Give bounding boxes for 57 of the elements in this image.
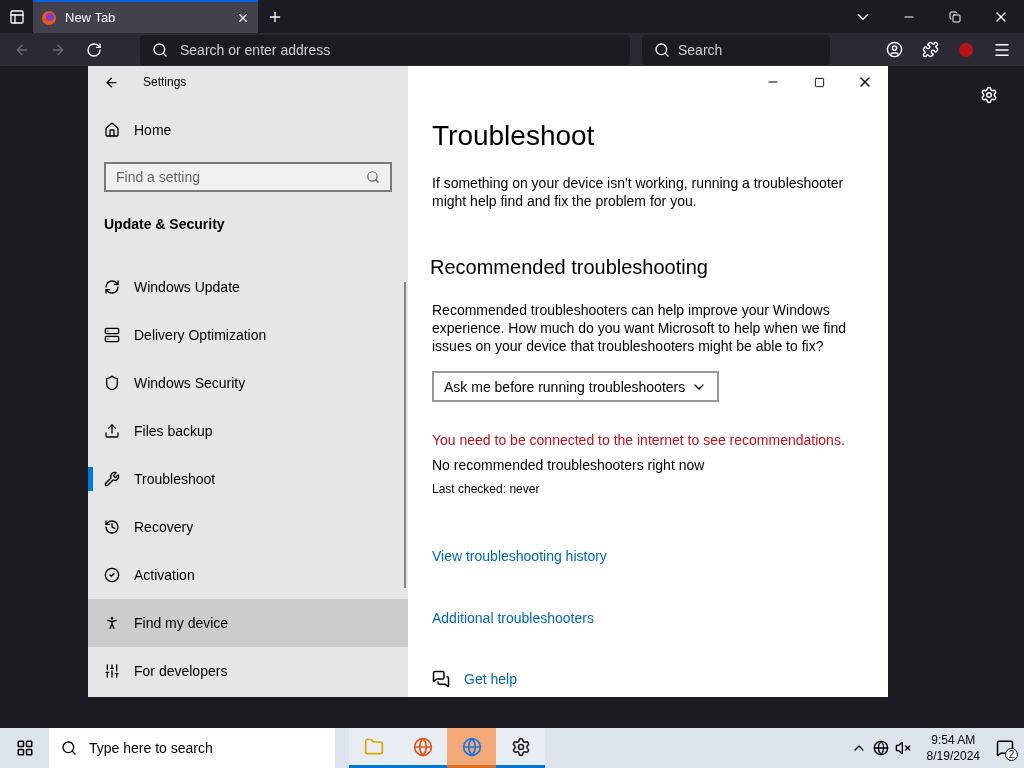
sidebar-item[interactable]: Find my device	[88, 599, 408, 647]
sidebar-item[interactable]: Activation	[88, 551, 408, 599]
home-icon	[104, 122, 120, 138]
server-icon	[104, 327, 120, 343]
folder-icon	[363, 736, 384, 757]
taskbar-app[interactable]	[496, 728, 545, 768]
upload-icon	[104, 423, 120, 439]
search-icon	[61, 740, 77, 756]
maximize-icon	[813, 76, 825, 88]
last-checked-text: Last checked: never	[432, 482, 541, 496]
clock[interactable]: 9:54 AM 8/19/2024	[926, 732, 980, 764]
volume-muted-icon[interactable]	[894, 740, 911, 756]
windows-logo-icon	[15, 739, 34, 757]
sliders-icon	[104, 663, 120, 679]
globe-icon	[461, 736, 482, 757]
warning-text: You need to be connected to the internet to see recommendations.	[432, 432, 846, 448]
link[interactable]: Additional troubleshooters	[432, 610, 864, 626]
search-icon	[654, 41, 670, 58]
search-field[interactable]: Find a setting	[104, 162, 392, 192]
back-icon[interactable]	[104, 74, 119, 90]
taskbar-search-field[interactable]: Type here to search	[49, 728, 335, 768]
sidebar-item[interactable]: For developers	[88, 647, 408, 695]
window-title: Settings	[143, 75, 187, 89]
link[interactable]: View troubleshooting history	[432, 548, 864, 564]
help-link[interactable]: Get help	[464, 671, 517, 687]
address-field[interactable]: Search or enter address	[140, 34, 630, 65]
intro-text: If something on your device isn't working, running a troubleshooter might help find and fix the problem for you.	[432, 174, 845, 210]
search-field[interactable]: Search	[642, 34, 830, 65]
sidebar-item[interactable]: Files backup	[88, 407, 408, 455]
check-circle-icon	[104, 567, 120, 583]
network-icon[interactable]	[872, 740, 889, 756]
home-item[interactable]: Home	[88, 106, 408, 154]
chat-icon	[432, 670, 450, 688]
page-title: Troubleshoot	[432, 120, 596, 152]
search-icon	[152, 41, 168, 58]
history-icon	[104, 519, 120, 535]
message-icon	[996, 739, 1014, 757]
globe-icon	[412, 736, 433, 757]
sidebar-item[interactable]: Troubleshoot	[88, 455, 408, 503]
gear-icon	[510, 736, 531, 757]
sync-icon	[104, 279, 120, 295]
status-text: No recommended troubleshooters right now	[432, 456, 706, 474]
person-icon	[104, 615, 120, 631]
shield-icon	[104, 375, 120, 391]
troubleshoot-dropdown[interactable]: Ask me before running troubleshooters	[432, 371, 719, 402]
settings-icon[interactable]	[980, 86, 998, 104]
sidebar-item[interactable]: Recovery	[88, 503, 408, 551]
firefox-icon	[41, 9, 57, 26]
browser-tab[interactable]: New Tab	[33, 0, 258, 33]
section-heading: Recommended troubleshooting	[430, 256, 709, 279]
sidebar-item[interactable]: Delivery Optimization	[88, 311, 408, 359]
wrench-icon	[104, 471, 120, 487]
sidebar-item[interactable]: Windows Security	[88, 359, 408, 407]
search-icon	[366, 170, 380, 184]
section-title: Update & Security	[103, 216, 226, 234]
description-text: Recommended troubleshooters can help improve your Windows experience. How much do you want Microsoft to help when we find issues on your device that troubleshooters might be able to fix?	[432, 301, 847, 355]
sidebar-item[interactable]: Windows Update	[88, 263, 408, 311]
